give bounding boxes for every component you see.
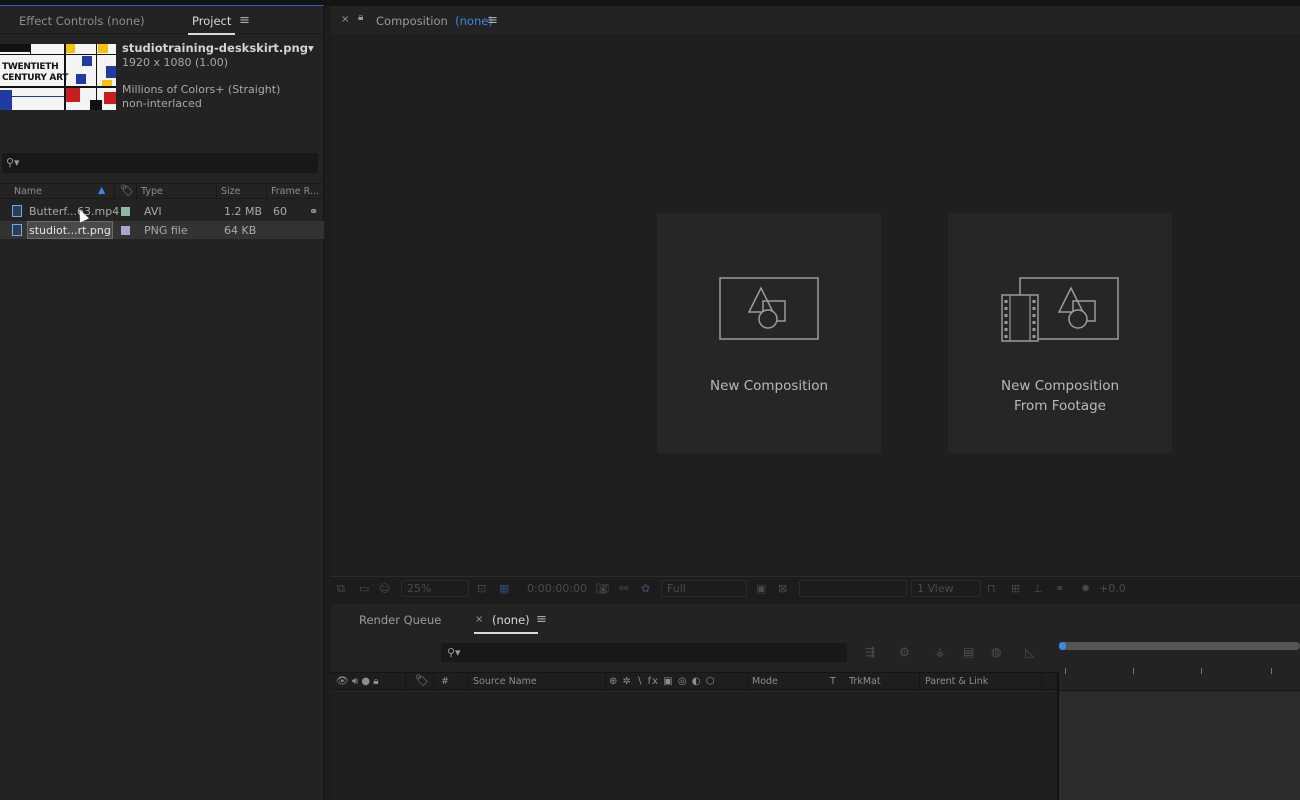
tab-effect-controls[interactable]: Effect Controls (none) <box>19 14 145 28</box>
mask-visibility-icon[interactable]: ☺ <box>379 582 390 595</box>
panel-tabs: Effect Controls (none) Project ≡ <box>0 6 323 35</box>
tab-project[interactable]: Project <box>187 14 236 35</box>
monitor-icon[interactable]: ▭ <box>359 582 369 595</box>
project-item-row-selected[interactable]: studiot...rt.png PNG file 64 KB <box>0 221 324 239</box>
item-type: AVI <box>144 205 162 218</box>
video-file-icon <box>12 205 22 217</box>
tab-timeline-none[interactable]: (none) <box>474 613 538 634</box>
column-preserve-transparency[interactable]: T <box>830 676 836 687</box>
timeline-column-headers: 👁︎ 🔊︎ ● 🔒︎ 🏷 # Source Name ⊕ ✲ ∖ fx ▣ ◎ … <box>331 672 1057 691</box>
current-time[interactable]: 0:00:00:00 <box>527 582 587 595</box>
region-of-interest-icon[interactable]: ▣ <box>756 582 766 595</box>
draft-3d-icon[interactable]: ⚙ <box>899 645 910 659</box>
channels-icon[interactable]: ✿ <box>641 582 650 595</box>
toggle-pixel-aspect-icon[interactable]: ⊓ <box>987 582 996 595</box>
always-preview-icon[interactable]: ⧉ <box>337 582 345 596</box>
zoom-value: 25% <box>407 582 432 595</box>
close-tab-icon[interactable]: × <box>341 14 349 25</box>
layer-track-area[interactable] <box>1059 690 1300 800</box>
tab-render-queue[interactable]: Render Queue <box>359 613 441 627</box>
item-size: 1.2 MB <box>224 205 263 218</box>
column-frame-rate[interactable]: Frame R... <box>271 186 319 197</box>
project-panel: Effect Controls (none) Project ≡ TWENTIE… <box>0 6 324 800</box>
new-composition-from-footage-label-line1: New Composition <box>1000 378 1120 394</box>
lock-icon[interactable]: 🔒︎ <box>358 12 363 23</box>
dependency-flowchart-icon[interactable]: ⚭ <box>309 205 318 218</box>
column-number[interactable]: # <box>441 676 449 687</box>
panel-menu-icon[interactable]: ≡ <box>487 13 498 28</box>
thumbnail-text-line2: CENTURY ART <box>2 73 69 83</box>
time-graph <box>1059 634 1300 800</box>
timeline-icon[interactable]: ⊥ <box>1033 582 1043 595</box>
file-dimensions: 1920 x 1080 (1.00) <box>122 56 229 69</box>
new-composition-from-footage-icon <box>1001 277 1119 342</box>
layer-switches-icons[interactable]: ⊕ ✲ ∖ fx ▣ ◎ ◐ ⬡ <box>609 676 715 687</box>
snapshot-icon[interactable]: 📷︎ <box>595 582 609 595</box>
item-size: 64 KB <box>224 224 257 237</box>
composition-tabs: × 🔒︎ Composition (none) ≡ <box>331 6 1300 34</box>
column-mode[interactable]: Mode <box>752 676 778 687</box>
item-name[interactable]: studiot...rt.png <box>29 224 111 237</box>
timeline-search-input[interactable]: ⚲▾ <box>441 643 847 662</box>
label-color-swatch[interactable] <box>121 207 130 216</box>
frame-blending-icon[interactable]: ▤ <box>963 645 974 659</box>
timeline-tabs: Render Queue × (none) ≡ <box>331 604 1300 634</box>
project-column-headers: Name ▲ 🏷 Type Size Frame R... <box>0 183 324 200</box>
file-interlace: non-interlaced <box>122 97 202 110</box>
column-name[interactable]: Name <box>14 186 42 197</box>
new-composition-from-footage-label-line2: From Footage <box>1014 398 1106 414</box>
column-trkmat[interactable]: TrkMat <box>849 676 881 687</box>
label-tag-icon[interactable]: 🏷 <box>120 184 134 197</box>
search-icon: ⚲▾ <box>447 646 461 659</box>
new-composition-button[interactable]: New Composition <box>657 213 881 453</box>
work-area-bar[interactable] <box>1059 642 1300 650</box>
column-type[interactable]: Type <box>141 186 163 197</box>
transparency-grid-icon[interactable]: ▦ <box>499 582 509 595</box>
composition-panel: × 🔒︎ Composition (none) ≡ New Compositio… <box>331 6 1300 600</box>
footage-thumbnail: TWENTIETH CENTURY ART <box>0 44 116 110</box>
label-color-swatch[interactable] <box>121 226 130 235</box>
camera-dropdown[interactable] <box>799 580 907 597</box>
column-size[interactable]: Size <box>221 186 241 197</box>
shy-layers-icon[interactable]: ⚶ <box>935 645 945 659</box>
label-tag-icon[interactable]: 🏷 <box>415 674 429 687</box>
composition-viewer: New Composition New Composition From Foo… <box>331 34 1300 576</box>
comp-mini-flowchart-icon[interactable]: ⇶ <box>865 645 875 659</box>
search-icon: ⚲▾ <box>6 156 20 169</box>
av-features-icons[interactable]: 👁︎ 🔊︎ ● 🔒︎ <box>336 676 379 687</box>
project-search-input[interactable]: ⚲▾ <box>2 153 318 173</box>
close-tab-icon[interactable]: × <box>475 614 483 625</box>
graph-editor-icon[interactable]: ◺ <box>1025 645 1034 659</box>
timeline-panel: Render Queue × (none) ≡ ⚲▾ ⇶ ⚙ ⚶ ▤ ◍ ◺ 👁… <box>331 604 1300 800</box>
new-composition-icon <box>719 277 819 340</box>
resolution-value: Full <box>667 582 686 595</box>
selected-file-name[interactable]: studiotraining-deskskirt.png▾ <box>122 41 314 55</box>
item-type: PNG file <box>144 224 188 237</box>
thumbnail-text-line1: TWENTIETH <box>2 62 59 72</box>
new-composition-from-footage-button[interactable]: New Composition From Footage <box>948 213 1172 453</box>
file-color-depth: Millions of Colors+ (Straight) <box>122 83 281 96</box>
grid-toggle-icon[interactable]: ⊠ <box>778 582 787 595</box>
views-value: 1 View <box>917 582 954 595</box>
sort-ascending-icon[interactable]: ▲ <box>98 185 105 196</box>
column-source-name[interactable]: Source Name <box>473 676 537 687</box>
exposure-value[interactable]: +0.0 <box>1099 582 1126 595</box>
motion-blur-icon[interactable]: ◍ <box>991 645 1001 659</box>
fast-preview-icon[interactable]: ⊞ <box>1011 582 1020 595</box>
tab-composition[interactable]: Composition (none) <box>376 14 493 28</box>
fit-icon[interactable]: ⊡ <box>477 582 486 595</box>
exposure-icon[interactable]: ✹ <box>1081 582 1090 595</box>
layer-list[interactable] <box>331 692 1057 800</box>
item-frame-rate: 60 <box>273 205 287 218</box>
viewer-toolbar: ⧉ ▭ ☺ 25% ⊡ ▦ 0:00:00:00 📷︎ ⚯ ✿ Full ▣ ⊠… <box>331 576 1300 600</box>
panel-menu-icon[interactable]: ≡ <box>239 13 250 28</box>
image-file-icon <box>12 224 22 236</box>
flowchart-icon[interactable]: ⚭ <box>1055 582 1064 595</box>
work-area-start-handle[interactable] <box>1059 642 1066 650</box>
column-parent-link[interactable]: Parent & Link <box>925 676 988 687</box>
panel-menu-icon[interactable]: ≡ <box>536 612 547 627</box>
show-snapshot-icon[interactable]: ⚯ <box>619 582 628 595</box>
project-item-row[interactable]: Butterf...63.mp4 AVI 1.2 MB 60 ⚭ <box>0 202 324 220</box>
new-composition-label: New Composition <box>709 378 829 394</box>
